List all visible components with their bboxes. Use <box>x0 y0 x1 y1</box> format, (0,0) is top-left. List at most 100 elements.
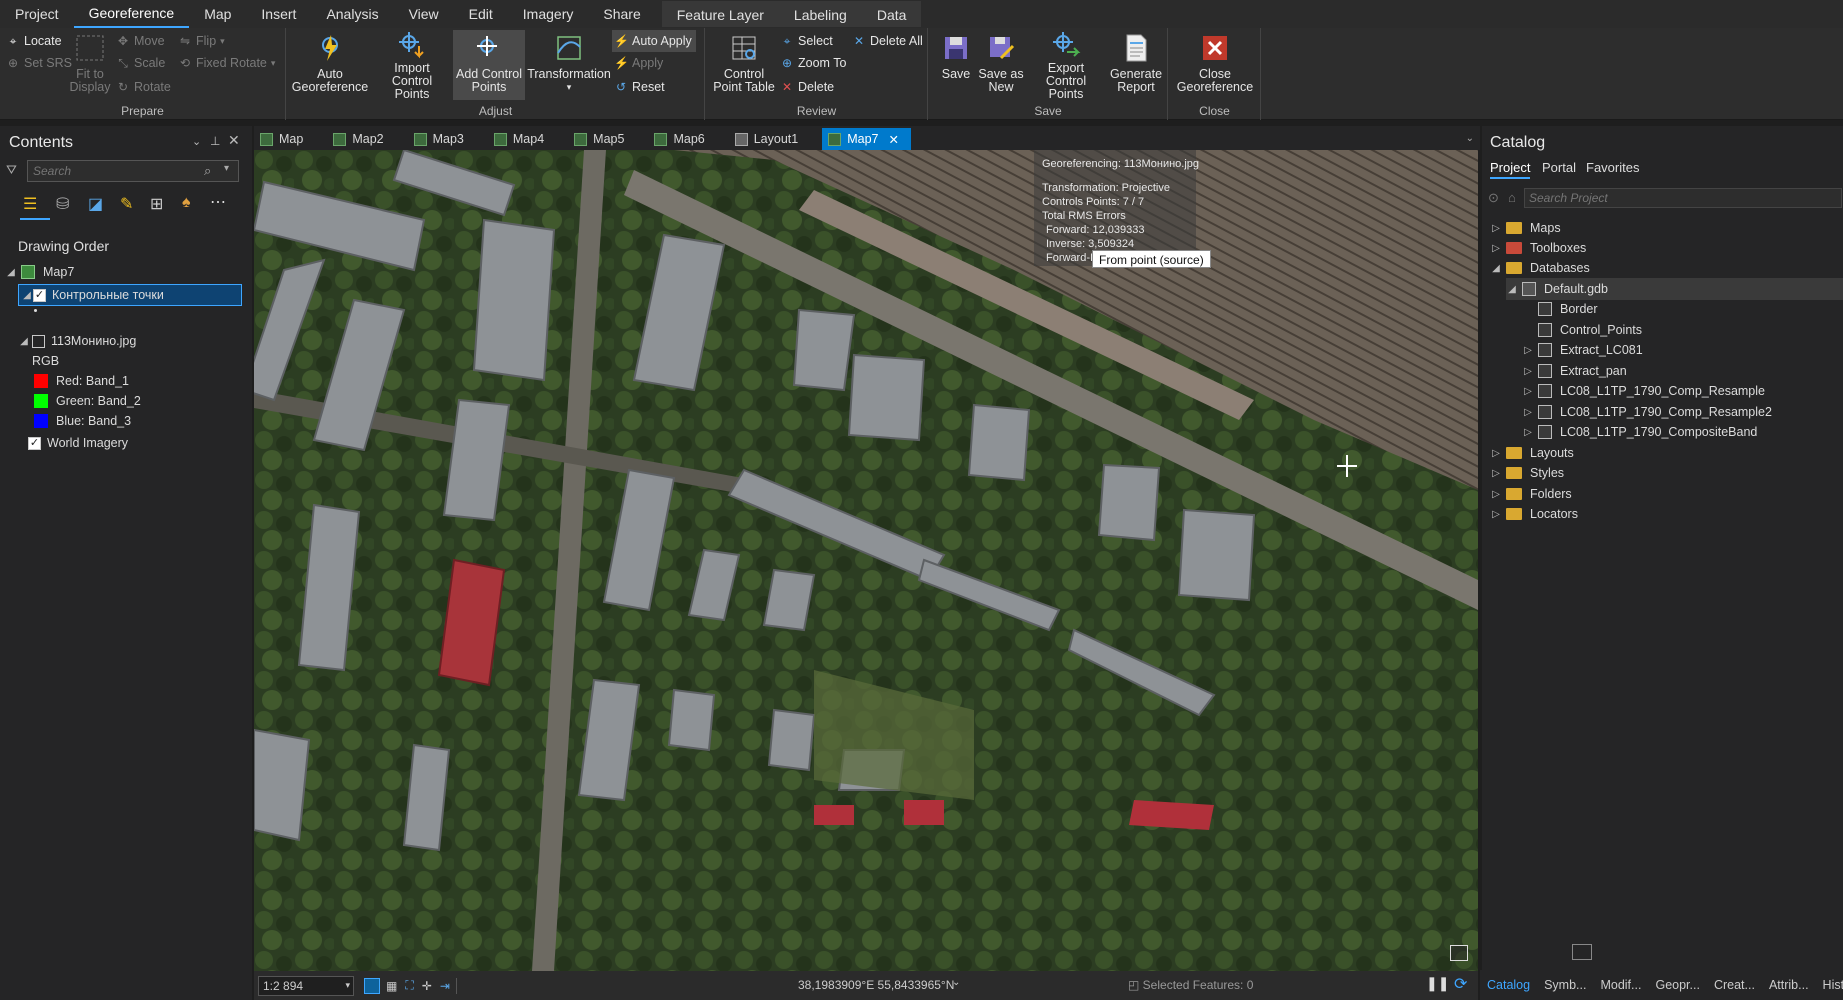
catalog-item-toolboxes[interactable]: ▷ Toolboxes <box>1490 237 1586 259</box>
menu-insert[interactable]: Insert <box>246 0 311 28</box>
catalog-item-maps[interactable]: ▷ Maps <box>1490 217 1560 239</box>
chevron-down-icon[interactable]: ⌄ <box>952 977 960 988</box>
close-georeference-button[interactable]: Close Georeference <box>1173 30 1257 100</box>
dock-tab-attributes[interactable]: Attrib... <box>1762 978 1816 992</box>
menu-imagery[interactable]: Imagery <box>508 0 589 28</box>
menu-analysis[interactable]: Analysis <box>311 0 393 28</box>
add-control-points-button[interactable]: Add Control Points <box>453 30 525 100</box>
tab-favorites[interactable]: Favorites <box>1586 160 1639 175</box>
tree-map7[interactable]: ◢ Map7 <box>5 261 74 283</box>
dock-tab-symbology[interactable]: Symb... <box>1537 978 1593 992</box>
selection-icon[interactable]: ◪ <box>88 194 103 214</box>
pane-menu-icon[interactable]: ⌄ <box>192 135 201 148</box>
map-view[interactable]: Georeferencing: 113Монино.jpg Transforma… <box>254 150 1478 971</box>
more-icon[interactable]: ⋯ <box>210 192 226 212</box>
catalog-item-comp-resample2[interactable]: ▷ LC08_L1TP_1790_Comp_Resample2 <box>1522 401 1772 423</box>
apply-button[interactable]: ⚡ Apply <box>614 52 663 74</box>
expand-icon[interactable]: ▷ <box>1522 407 1534 418</box>
tab-map7[interactable]: Map7 ✕ <box>822 128 911 150</box>
details-panel-icon[interactable] <box>1572 944 1592 960</box>
tree-layer-control-points[interactable]: ◢ ✓ Контрольные точки <box>18 284 242 306</box>
close-icon[interactable]: ✕ <box>228 132 240 149</box>
tab-list-icon[interactable]: ⌄ <box>1466 128 1480 150</box>
catalog-item-composite-band[interactable]: ▷ LC08_L1TP_1790_CompositeBand <box>1522 421 1757 443</box>
catalog-item-folders[interactable]: ▷ Folders <box>1490 483 1572 505</box>
catalog-item-comp-resample[interactable]: ▷ LC08_L1TP_1790_Comp_Resample <box>1522 380 1765 402</box>
expand-icon[interactable]: ▷ <box>1490 509 1502 520</box>
scale-dropdown[interactable]: 1:2 894 ▾ <box>258 975 354 996</box>
pause-icon[interactable]: ❚❚ <box>1426 975 1449 992</box>
export-control-points-button[interactable]: Export Control Points <box>1027 30 1105 101</box>
expand-icon[interactable]: ▷ <box>1522 345 1534 356</box>
dock-tab-history[interactable]: Histor <box>1816 978 1843 992</box>
expand-icon[interactable]: ◢ <box>18 336 30 347</box>
catalog-item-control-points[interactable]: Control_Points <box>1538 319 1642 341</box>
tab-map4[interactable]: Map4 <box>488 128 556 150</box>
catalog-item-locators[interactable]: ▷ Locators <box>1490 503 1578 525</box>
sync-icon[interactable]: ⇥ <box>440 979 450 993</box>
rotate-button[interactable]: ↻ Rotate <box>116 76 171 98</box>
expand-icon[interactable]: ◢ <box>21 290 33 301</box>
locate-button[interactable]: ⌖ Locate <box>6 30 62 52</box>
transformation-button[interactable]: Transformation ▾ <box>527 30 611 100</box>
fixed-rotate-button[interactable]: ⟲ Fixed Rotate ▾ <box>178 52 275 74</box>
delete-button[interactable]: ✕ Delete <box>780 76 834 98</box>
chevron-down-icon[interactable]: ▾ <box>224 163 229 174</box>
menu-share[interactable]: Share <box>588 0 655 28</box>
menu-project[interactable]: Project <box>0 0 74 28</box>
expand-icon[interactable]: ◢ <box>1506 284 1518 295</box>
scale-button[interactable]: ⤡ Scale <box>116 52 165 74</box>
filter-icon[interactable]: ⛛ <box>6 162 17 178</box>
navigator-icon[interactable]: ⛶ <box>405 978 413 993</box>
set-srs-button[interactable]: ⊕ Set SRS <box>6 52 72 74</box>
layer-checkbox[interactable] <box>32 334 45 348</box>
catalog-item-border[interactable]: Border <box>1538 298 1598 320</box>
layer-checkbox[interactable]: ✓ <box>28 436 41 450</box>
expand-icon[interactable]: ◢ <box>1490 263 1502 274</box>
labeling-icon[interactable]: ♠ <box>182 194 191 212</box>
menu-labeling[interactable]: Labeling <box>779 1 862 29</box>
reset-button[interactable]: ↺ Reset <box>614 76 665 98</box>
menu-feature-layer[interactable]: Feature Layer <box>662 1 779 29</box>
source-icon[interactable]: ⛁ <box>56 194 69 214</box>
catalog-item-default-gdb[interactable]: ◢ Default.gdb <box>1506 278 1843 300</box>
map-view-icon[interactable] <box>364 977 380 994</box>
drawing-order-icon[interactable]: ☰ <box>23 194 45 214</box>
menu-data[interactable]: Data <box>862 1 922 29</box>
catalog-item-extract-lc081[interactable]: ▷ Extract_LC081 <box>1522 339 1643 361</box>
menu-view[interactable]: View <box>394 0 454 28</box>
menu-map[interactable]: Map <box>189 0 246 28</box>
back-icon[interactable]: ⊙ <box>1488 190 1499 206</box>
import-control-points-button[interactable]: Import Control Points <box>373 30 451 101</box>
grid-icon[interactable]: ▦ <box>386 979 397 993</box>
expand-icon[interactable]: ▷ <box>1522 366 1534 377</box>
catalog-search-input[interactable] <box>1525 189 1825 207</box>
catalog-item-layouts[interactable]: ▷ Layouts <box>1490 442 1574 464</box>
expand-icon[interactable]: ▷ <box>1522 386 1534 397</box>
tab-layout1[interactable]: Layout1 <box>729 128 810 150</box>
catalog-item-databases[interactable]: ◢ Databases <box>1490 257 1590 279</box>
snap-icon[interactable]: ✛ <box>422 979 432 993</box>
save-button[interactable]: Save <box>937 30 975 100</box>
dock-tab-catalog[interactable]: Catalog <box>1480 978 1537 992</box>
overview-icon[interactable] <box>1450 945 1468 961</box>
dock-tab-geoprocessing[interactable]: Geopr... <box>1648 978 1706 992</box>
tab-map[interactable]: Map <box>254 128 315 150</box>
tree-layer-image[interactable]: ◢ 113Монино.jpg <box>18 330 136 352</box>
tab-map3[interactable]: Map3 <box>408 128 476 150</box>
menu-edit[interactable]: Edit <box>454 0 508 28</box>
save-as-new-button[interactable]: Save as New <box>977 30 1025 100</box>
expand-icon[interactable]: ▷ <box>1490 489 1502 500</box>
layer-checkbox[interactable]: ✓ <box>33 288 46 302</box>
snapping-icon[interactable]: ⊞ <box>150 194 163 214</box>
expand-icon[interactable]: ◢ <box>5 267 17 278</box>
tab-map6[interactable]: Map6 <box>648 128 716 150</box>
auto-apply-toggle[interactable]: ⚡ Auto Apply <box>612 30 696 52</box>
pin-icon[interactable]: ⊥ <box>210 134 220 148</box>
zoom-to-button[interactable]: ⊕ Zoom To <box>780 52 846 74</box>
delete-all-button[interactable]: ✕ Delete All <box>852 30 923 52</box>
control-point-table-button[interactable]: Control Point Table <box>712 30 776 100</box>
flip-button[interactable]: ⇋ Flip ▾ <box>178 30 225 52</box>
expand-icon[interactable]: ▷ <box>1490 468 1502 479</box>
dock-tab-modify[interactable]: Modif... <box>1593 978 1648 992</box>
